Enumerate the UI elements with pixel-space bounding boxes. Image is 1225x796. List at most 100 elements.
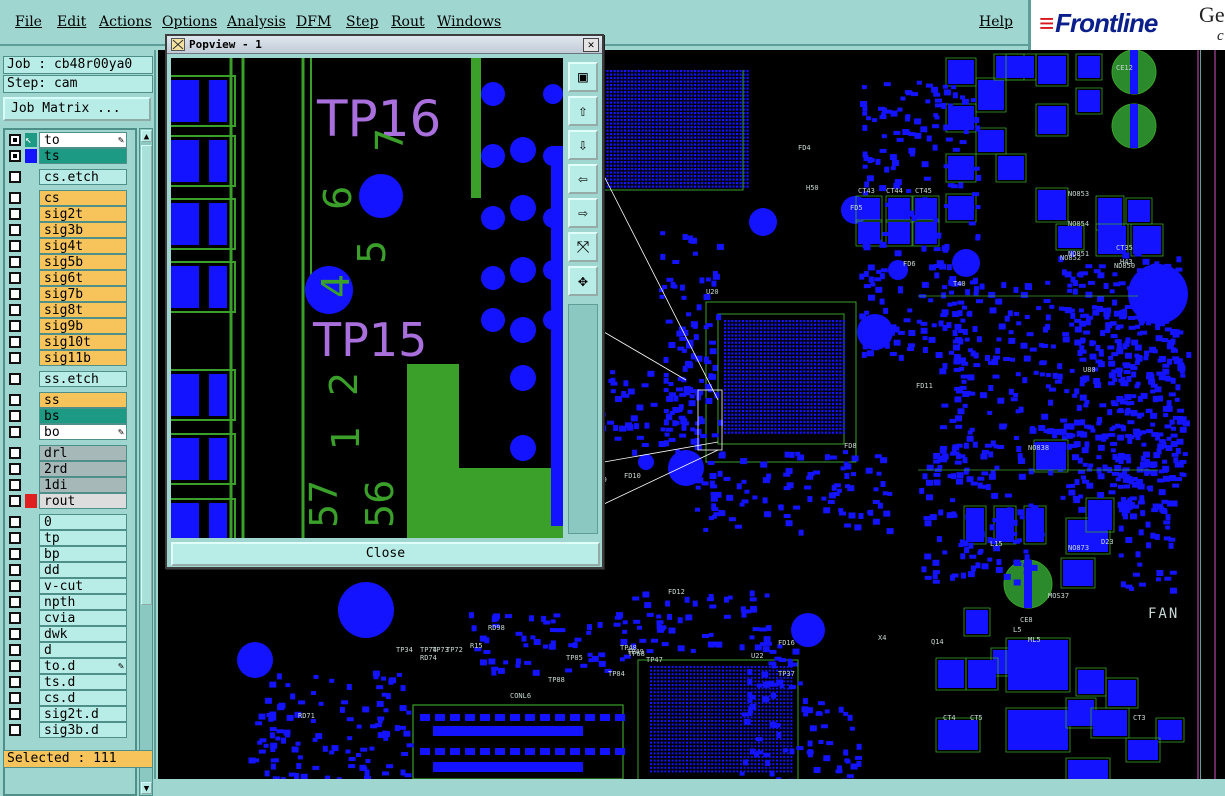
- layer-checkbox[interactable]: [9, 373, 21, 385]
- layer-color-swatch[interactable]: [25, 170, 37, 184]
- layer-row[interactable]: sig3b.d: [7, 722, 135, 738]
- layer-name[interactable]: sig6t: [39, 270, 127, 286]
- layer-name[interactable]: v-cut: [39, 578, 127, 594]
- layer-name[interactable]: dwk: [39, 626, 127, 642]
- layer-row[interactable]: cs.etch: [7, 169, 135, 185]
- layer-checkbox[interactable]: [9, 495, 21, 507]
- layer-name[interactable]: drl: [39, 445, 127, 461]
- layer-color-swatch[interactable]: [25, 627, 37, 641]
- layer-checkbox[interactable]: [9, 224, 21, 236]
- layer-checkbox[interactable]: [9, 240, 21, 252]
- layer-row[interactable]: 2rd: [7, 461, 135, 477]
- layer-color-swatch[interactable]: [25, 643, 37, 657]
- layer-name[interactable]: bs: [39, 408, 127, 424]
- layer-color-swatch[interactable]: [25, 659, 37, 673]
- menu-help[interactable]: Help: [979, 14, 1013, 30]
- layer-checkbox[interactable]: [9, 644, 21, 656]
- layer-row[interactable]: sig5b: [7, 254, 135, 270]
- layer-row[interactable]: 0: [7, 514, 135, 530]
- layer-checkbox[interactable]: [9, 150, 21, 162]
- layer-color-swatch[interactable]: [25, 409, 37, 423]
- layer-checkbox[interactable]: [9, 394, 21, 406]
- layer-row[interactable]: d: [7, 642, 135, 658]
- layer-name[interactable]: sig2t.d: [39, 706, 127, 722]
- layer-color-swatch[interactable]: [25, 547, 37, 561]
- layer-checkbox[interactable]: [9, 426, 21, 438]
- layer-name[interactable]: sig3b: [39, 222, 127, 238]
- layer-checkbox[interactable]: [9, 304, 21, 316]
- layer-name[interactable]: ss.etch: [39, 371, 127, 387]
- scroll-down-arrow-icon[interactable]: ▼: [141, 782, 152, 794]
- layer-checkbox[interactable]: [9, 724, 21, 736]
- menu-step[interactable]: Step: [346, 14, 378, 30]
- job-matrix-button[interactable]: Job Matrix ...: [3, 97, 151, 121]
- layer-checkbox[interactable]: [9, 463, 21, 475]
- layer-color-swatch[interactable]: [25, 462, 37, 476]
- menu-rout[interactable]: Rout: [391, 14, 425, 30]
- layer-row[interactable]: bp: [7, 546, 135, 562]
- layer-row[interactable]: drl: [7, 445, 135, 461]
- menu-dfm[interactable]: DFM: [296, 14, 331, 30]
- layer-row[interactable]: dd: [7, 562, 135, 578]
- layer-row[interactable]: sig2t: [7, 206, 135, 222]
- layer-color-swatch[interactable]: [25, 351, 37, 365]
- layer-checkbox[interactable]: [9, 192, 21, 204]
- scroll-thumb[interactable]: [141, 145, 152, 605]
- layer-color-swatch[interactable]: [25, 579, 37, 593]
- layer-color-swatch[interactable]: [25, 149, 37, 163]
- layer-color-swatch[interactable]: [25, 271, 37, 285]
- layer-name[interactable]: sig4t: [39, 238, 127, 254]
- layer-checkbox[interactable]: [9, 612, 21, 624]
- layer-color-swatch[interactable]: [25, 223, 37, 237]
- layer-checkbox[interactable]: [9, 272, 21, 284]
- menu-file[interactable]: File: [15, 14, 42, 30]
- layer-checkbox[interactable]: [9, 628, 21, 640]
- layer-checkbox[interactable]: [9, 596, 21, 608]
- layer-name[interactable]: cvia: [39, 610, 127, 626]
- layer-name[interactable]: sig8t: [39, 302, 127, 318]
- layer-row[interactable]: cvia: [7, 610, 135, 626]
- layer-name[interactable]: sig11b: [39, 350, 127, 366]
- layer-checkbox[interactable]: [9, 320, 21, 332]
- layer-color-swatch[interactable]: [25, 675, 37, 689]
- layer-row[interactable]: sig10t: [7, 334, 135, 350]
- layer-name[interactable]: cs.etch: [39, 169, 127, 185]
- layer-name[interactable]: 2rd: [39, 461, 127, 477]
- layer-name[interactable]: 1di: [39, 477, 127, 493]
- layer-color-swatch[interactable]: [25, 287, 37, 301]
- layer-row[interactable]: ts.d: [7, 674, 135, 690]
- layer-color-swatch[interactable]: [25, 425, 37, 439]
- layer-row[interactable]: v-cut: [7, 578, 135, 594]
- layer-checkbox[interactable]: [9, 676, 21, 688]
- layer-name[interactable]: sig7b: [39, 286, 127, 302]
- layer-checkbox[interactable]: [9, 134, 21, 146]
- layer-checkbox[interactable]: [9, 580, 21, 592]
- layer-name[interactable]: sig10t: [39, 334, 127, 350]
- layer-color-swatch[interactable]: [25, 515, 37, 529]
- layer-row[interactable]: tp: [7, 530, 135, 546]
- layer-checkbox[interactable]: [9, 564, 21, 576]
- layer-checkbox[interactable]: [9, 208, 21, 220]
- layer-color-swatch[interactable]: [25, 335, 37, 349]
- layer-name[interactable]: ts: [39, 148, 127, 164]
- layer-row[interactable]: ↖to✎: [7, 132, 135, 148]
- layer-row[interactable]: sig7b: [7, 286, 135, 302]
- layer-row[interactable]: dwk: [7, 626, 135, 642]
- layer-name[interactable]: bp: [39, 546, 127, 562]
- layer-row[interactable]: sig4t: [7, 238, 135, 254]
- layer-list-scrollbar[interactable]: ▲ ▼: [139, 128, 153, 796]
- layer-checkbox[interactable]: [9, 447, 21, 459]
- layer-row[interactable]: bo✎: [7, 424, 135, 440]
- layer-row[interactable]: sig6t: [7, 270, 135, 286]
- layer-color-swatch[interactable]: [25, 393, 37, 407]
- work-layer-arrow-icon[interactable]: ↖: [25, 133, 37, 147]
- layer-name[interactable]: to.d✎: [39, 658, 127, 674]
- layer-color-swatch[interactable]: [25, 191, 37, 205]
- menu-actions[interactable]: Actions: [99, 14, 152, 30]
- menu-edit[interactable]: Edit: [57, 14, 86, 30]
- layer-name[interactable]: sig9b: [39, 318, 127, 334]
- layer-name[interactable]: to✎: [39, 132, 127, 148]
- layer-name[interactable]: d: [39, 642, 127, 658]
- scroll-up-arrow-icon[interactable]: ▲: [141, 130, 152, 142]
- layer-color-swatch[interactable]: [25, 691, 37, 705]
